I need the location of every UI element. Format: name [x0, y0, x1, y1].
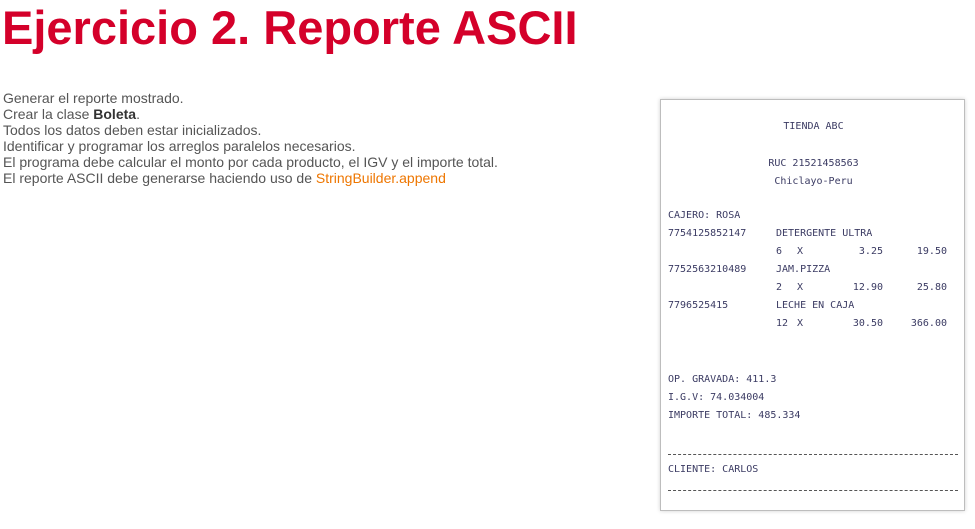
receipt-igv: I.G.V: 74.034004 [668, 392, 765, 403]
receipt-client: CLIENTE: CARLOS [668, 464, 759, 475]
item-1-amount: 19.50 [916, 246, 947, 257]
item-1-x: X [797, 246, 804, 257]
item-2-amount: 25.80 [916, 282, 947, 293]
instruction-3: Todos los datos deben estar inicializado… [3, 122, 262, 138]
item-3-qty: 12 [776, 318, 789, 329]
instruction-2: Crear la clase Boleta. [3, 106, 643, 122]
receipt-location: Chiclayo-Peru [774, 176, 853, 187]
item-1-qty: 6 [776, 246, 783, 257]
receipt-image: TIENDA ABC RUC 21521458563 Chiclayo-Peru… [660, 99, 965, 511]
receipt-separator-top [668, 454, 958, 455]
receipt-separator-bottom [668, 490, 958, 491]
receipt-cashier: CAJERO: ROSA [668, 210, 741, 221]
item-2-code: 7752563210489 [668, 264, 747, 275]
receipt-total: IMPORTE TOTAL: 485.334 [668, 410, 801, 421]
receipt-store-name: TIENDA ABC [783, 121, 844, 132]
item-3-code: 7796525415 [668, 300, 729, 311]
item-3-price: 30.50 [852, 318, 883, 329]
item-1-price: 3.25 [858, 246, 883, 257]
item-2-qty: 2 [776, 282, 783, 293]
instruction-6: El reporte ASCII debe generarse haciendo… [3, 170, 643, 186]
item-2-name: JAM.PIZZA [776, 264, 831, 275]
item-3-x: X [797, 318, 804, 329]
receipt-op-gravada: OP. GRAVADA: 411.3 [668, 374, 777, 385]
instruction-1: Generar el reporte mostrado. [3, 90, 184, 106]
receipt-ruc: RUC 21521458563 [768, 158, 859, 169]
instruction-2-prefix: Crear la clase [3, 106, 94, 122]
instructions-list: Generar el reporte mostrado. Crear la cl… [3, 90, 643, 186]
item-3-name: LECHE EN CAJA [776, 300, 855, 311]
instruction-5: El programa debe calcular el monto por c… [3, 154, 498, 170]
page-title: Ejercicio 2. Reporte ASCII [2, 1, 578, 54]
item-2-price: 12.90 [852, 282, 883, 293]
item-1-code: 7754125852147 [668, 228, 747, 239]
item-1-name: DETERGENTE ULTRA [776, 228, 873, 239]
instruction-6-prefix: El reporte ASCII debe generarse haciendo… [3, 170, 316, 186]
instruction-4: Identificar y programar los arreglos par… [3, 138, 356, 154]
item-3-amount: 366.00 [910, 318, 947, 329]
item-2-x: X [797, 282, 804, 293]
stringbuilder-highlight: StringBuilder.append [315, 170, 446, 186]
class-name-boleta: Boleta [93, 106, 137, 122]
instruction-2-suffix: . [136, 106, 140, 122]
